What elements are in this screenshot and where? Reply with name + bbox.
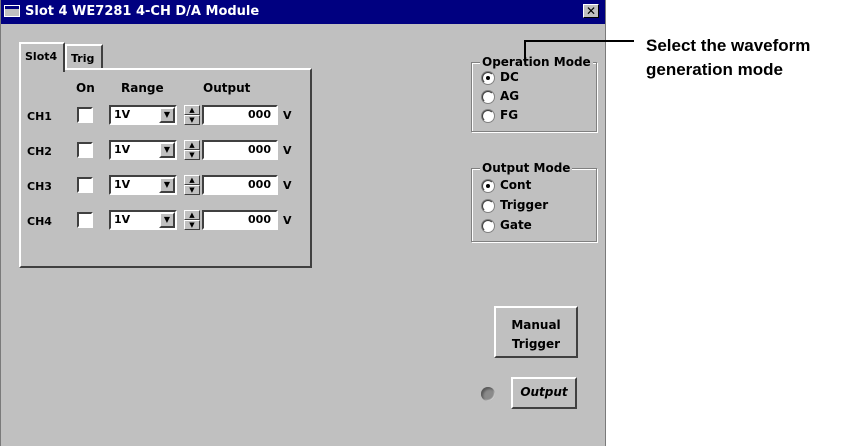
chevron-down-icon[interactable]: ▼ (159, 107, 175, 123)
title-bar[interactable]: Slot 4 WE7281 4-CH D/A Module ✕ (1, 0, 605, 24)
manual-trigger-button[interactable]: Manual Trigger (494, 306, 578, 358)
radio-selected-icon[interactable] (482, 180, 494, 192)
column-header-output: Output (203, 81, 251, 95)
radio-label: Gate (500, 218, 532, 232)
operation-mode-group: Operation Mode DC AG FG (471, 55, 597, 132)
ch2-output-field[interactable]: 000 (202, 140, 278, 160)
ch4-on-checkbox[interactable] (77, 212, 93, 228)
ch3-output-spinner[interactable]: ▲ ▼ (184, 175, 200, 195)
radio-unselected-icon[interactable] (482, 200, 494, 212)
ch2-range-select[interactable]: 1V ▼ (109, 140, 177, 160)
window-title: Slot 4 WE7281 4-CH D/A Module (25, 4, 260, 19)
spin-up-icon[interactable]: ▲ (184, 210, 200, 220)
ch2-range-value: 1V (114, 143, 131, 156)
operation-mode-title: Operation Mode (480, 55, 593, 69)
output-mode-title: Output Mode (480, 161, 573, 175)
tab-slot4-label: Slot4 (25, 50, 58, 63)
spin-down-icon[interactable]: ▼ (184, 150, 200, 160)
spin-down-icon[interactable]: ▼ (184, 185, 200, 195)
ch4-output-field[interactable]: 000 (202, 210, 278, 230)
column-header-on: On (76, 81, 95, 95)
radio-label: AG (500, 89, 520, 103)
chevron-down-icon[interactable]: ▼ (159, 177, 175, 193)
ch1-output-spinner[interactable]: ▲ ▼ (184, 105, 200, 125)
manual-trigger-line2: Trigger (511, 337, 561, 351)
channel-label: CH1 (27, 110, 52, 123)
ch1-range-value: 1V (114, 108, 131, 121)
ch4-range-select[interactable]: 1V ▼ (109, 210, 177, 230)
spin-down-icon[interactable]: ▼ (184, 220, 200, 230)
radio-unselected-icon[interactable] (482, 220, 494, 232)
window-icon (4, 5, 20, 17)
ch4-output-spinner[interactable]: ▲ ▼ (184, 210, 200, 230)
chevron-down-icon[interactable]: ▼ (159, 142, 175, 158)
ch3-output-unit: V (283, 179, 292, 192)
radio-unselected-icon[interactable] (482, 91, 494, 103)
ch2-output-unit: V (283, 144, 292, 157)
status-led-icon (481, 387, 495, 401)
ch3-range-select[interactable]: 1V ▼ (109, 175, 177, 195)
ch4-range-value: 1V (114, 213, 131, 226)
radio-label: FG (500, 108, 519, 122)
ch3-range-value: 1V (114, 178, 131, 191)
ch1-on-checkbox[interactable] (77, 107, 93, 123)
spin-up-icon[interactable]: ▲ (184, 105, 200, 115)
ch2-on-checkbox[interactable] (77, 142, 93, 158)
radio-label: Cont (500, 178, 532, 192)
slot4-panel: On Range Output CH1 1V ▼ ▲ ▼ 000 V CH2 1… (19, 68, 312, 268)
radio-selected-icon[interactable] (482, 72, 494, 84)
ch1-output-field[interactable]: 000 (202, 105, 278, 125)
radio-label: DC (500, 70, 519, 84)
chevron-down-icon[interactable]: ▼ (159, 212, 175, 228)
spin-up-icon[interactable]: ▲ (184, 175, 200, 185)
callout-line (524, 40, 526, 62)
tab-trig[interactable]: Trig (65, 44, 103, 68)
ch1-range-select[interactable]: 1V ▼ (109, 105, 177, 125)
ch4-output-unit: V (283, 214, 292, 227)
close-button[interactable]: ✕ (583, 4, 599, 18)
callout-line2: generation mode (646, 60, 783, 79)
callout-line (524, 40, 634, 42)
callout-annotation: Select the waveform generation mode (646, 34, 810, 82)
channel-label: CH4 (27, 215, 52, 228)
radio-unselected-icon[interactable] (482, 110, 494, 122)
manual-trigger-line1: Manual (511, 318, 561, 332)
tab-slot4[interactable]: Slot4 (19, 42, 65, 72)
spin-down-icon[interactable]: ▼ (184, 115, 200, 125)
channel-label: CH3 (27, 180, 52, 193)
output-mode-group: Output Mode Cont Trigger Gate (471, 161, 597, 242)
ch1-output-unit: V (283, 109, 292, 122)
ch3-output-field[interactable]: 000 (202, 175, 278, 195)
ch3-on-checkbox[interactable] (77, 177, 93, 193)
column-header-range: Range (121, 81, 164, 95)
callout-line1: Select the waveform (646, 36, 811, 55)
channel-label: CH2 (27, 145, 52, 158)
output-button[interactable]: Output (511, 377, 577, 409)
module-window: Slot 4 WE7281 4-CH D/A Module ✕ Slot4 Tr… (0, 0, 606, 446)
radio-label: Trigger (500, 198, 549, 212)
ch2-output-spinner[interactable]: ▲ ▼ (184, 140, 200, 160)
tab-trig-label: Trig (71, 52, 95, 65)
spin-up-icon[interactable]: ▲ (184, 140, 200, 150)
